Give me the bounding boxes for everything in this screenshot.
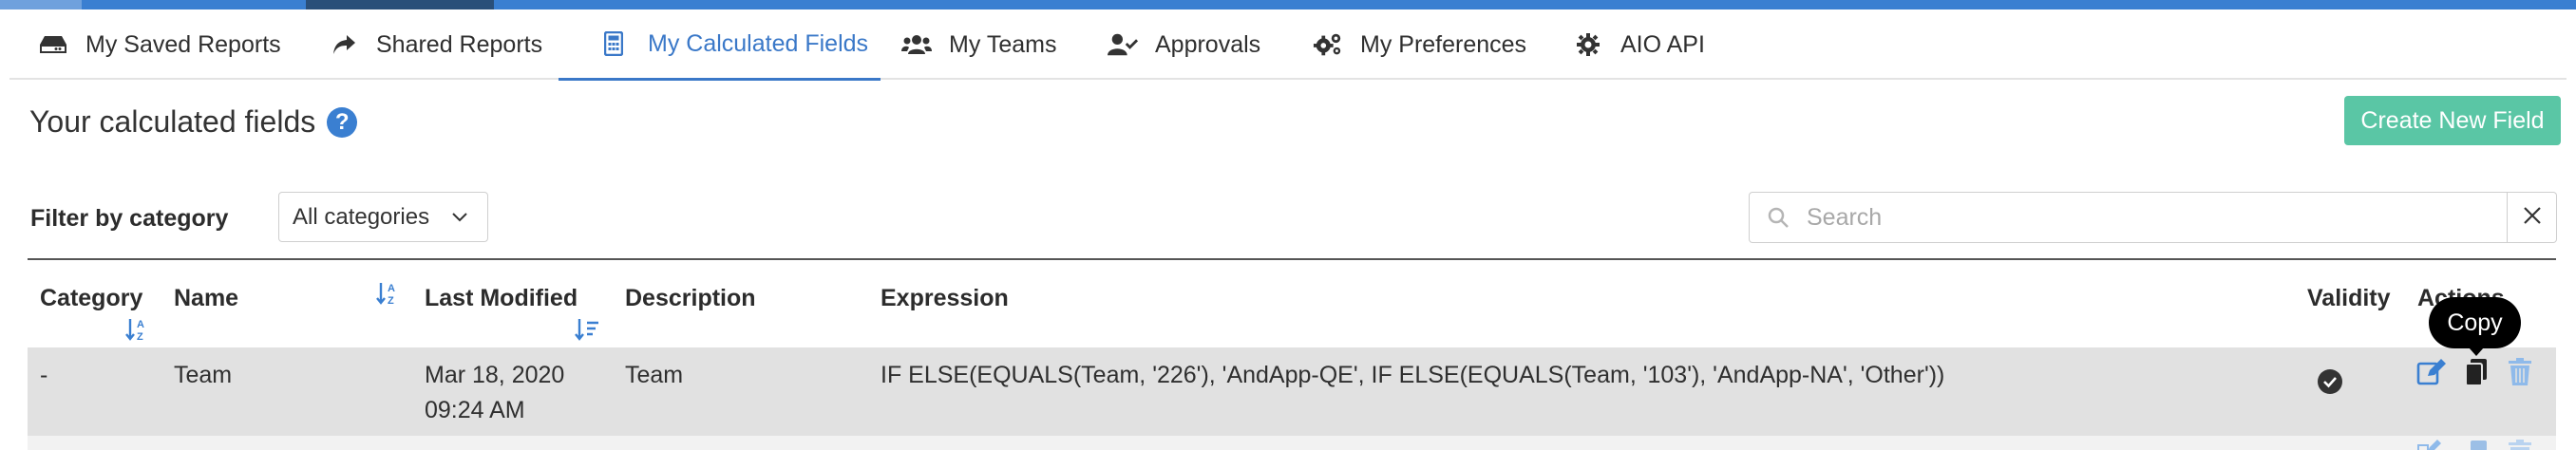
tab-label: Approvals (1155, 30, 1261, 58)
edit-icon[interactable] (2416, 358, 2447, 391)
clear-search-button[interactable] (2508, 192, 2557, 243)
tab-label: Shared Reports (376, 30, 543, 58)
trash-icon[interactable] (2508, 439, 2532, 450)
page-title-text: Your calculated fields (29, 104, 316, 139)
gear-icon (1573, 30, 1603, 59)
svg-text:Z: Z (137, 331, 143, 342)
tab-approvals[interactable]: Approvals (1108, 9, 1260, 80)
valid-check-icon (2317, 368, 2343, 400)
table-row (28, 436, 2556, 450)
tab-label: My Saved Reports (85, 30, 281, 58)
header-expression[interactable]: Expression (881, 285, 1009, 312)
svg-text:Z: Z (388, 295, 394, 306)
filter-label: Filter by category (30, 205, 229, 232)
users-icon (901, 30, 932, 59)
search-box (1749, 192, 2508, 243)
cell-category: - (40, 362, 48, 388)
user-check-icon (1108, 30, 1138, 59)
tab-label: My Preferences (1360, 30, 1527, 58)
search-icon (1750, 206, 1807, 229)
copy-icon[interactable] (2464, 439, 2489, 450)
search-input[interactable] (1807, 203, 2472, 232)
copy-tooltip: Copy (2429, 297, 2521, 356)
close-icon (2522, 205, 2543, 231)
tab-label: AIO API (1620, 30, 1705, 58)
sort-alpha-icon[interactable]: AZ (375, 281, 402, 310)
category-select[interactable]: All categories (278, 192, 488, 242)
chevron-down-icon (451, 206, 468, 235)
header-validity[interactable]: Validity (2307, 285, 2391, 312)
page-title: Your calculated fields ? (29, 104, 358, 140)
create-new-field-button[interactable]: Create New Field (2344, 96, 2561, 145)
tab-my-saved-reports[interactable]: My Saved Reports (38, 9, 281, 80)
tab-label: My Teams (949, 30, 1057, 58)
svg-text:A: A (388, 283, 395, 294)
header-category[interactable]: Category (40, 285, 142, 312)
svg-text:A: A (137, 319, 144, 330)
edit-icon[interactable] (2416, 439, 2447, 450)
gears-icon (1313, 30, 1343, 59)
top-bar-segment-active (306, 0, 494, 9)
cell-description: Team (625, 362, 684, 388)
header-description[interactable]: Description (625, 285, 756, 312)
cell-last-modified-date: Mar 18, 2020 (425, 362, 565, 388)
drive-icon (38, 30, 68, 59)
tab-my-teams[interactable]: My Teams (901, 9, 1056, 80)
sort-desc-icon[interactable] (574, 317, 600, 347)
category-select-value: All categories (293, 203, 430, 230)
tab-my-preferences[interactable]: My Preferences (1313, 9, 1526, 80)
top-bar-segment (0, 0, 82, 9)
tab-label: My Calculated Fields (648, 29, 869, 57)
cell-name: Team (174, 362, 233, 388)
calculator-icon (598, 29, 629, 58)
cell-last-modified-time: 09:24 AM (425, 397, 525, 423)
tab-aio-api[interactable]: AIO API (1573, 9, 1705, 80)
header-name[interactable]: Name (174, 285, 238, 312)
share-arrow-icon (329, 30, 359, 59)
help-icon[interactable]: ? (327, 106, 358, 138)
table-top-border (28, 258, 2556, 260)
copy-icon[interactable] (2464, 358, 2489, 391)
tab-bar: My Saved Reports Shared Reports My Calcu… (9, 9, 2567, 81)
cell-expression: IF ELSE(EQUALS(Team, '226'), 'AndApp-QE'… (881, 362, 1945, 388)
trash-icon[interactable] (2508, 358, 2532, 391)
top-accent-bar (0, 0, 2576, 9)
tab-my-calculated-fields[interactable]: My Calculated Fields (559, 9, 881, 81)
tab-shared-reports[interactable]: Shared Reports (329, 9, 542, 80)
header-last-modified[interactable]: Last Modified (425, 285, 578, 312)
sort-alpha-icon[interactable]: AZ (124, 317, 151, 347)
